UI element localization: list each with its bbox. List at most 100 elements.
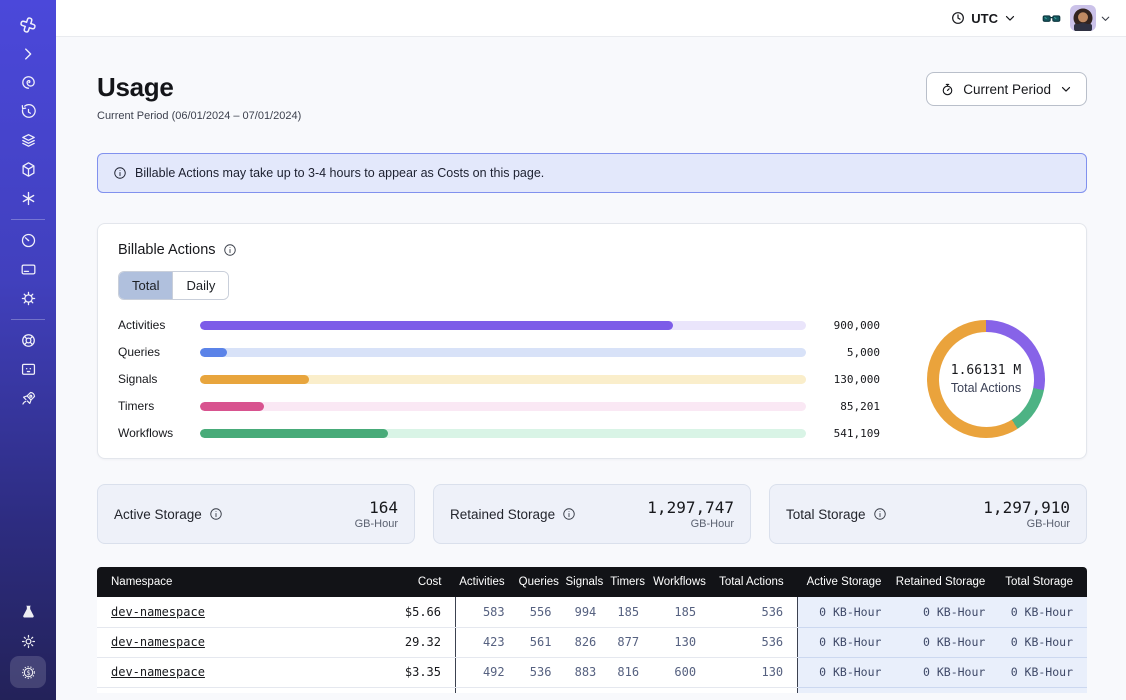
namespace-link[interactable]: dev-namespace xyxy=(111,665,205,679)
namespace-link[interactable]: dev-namespace xyxy=(111,605,205,619)
info-icon[interactable] xyxy=(209,507,223,521)
timezone-label: UTC xyxy=(971,11,998,26)
swirl-icon xyxy=(19,73,38,92)
table-row: dev-namespace 29.32 423 561 826 877 130 … xyxy=(97,627,1087,657)
layers-icon xyxy=(19,131,38,150)
tab-total[interactable]: Total xyxy=(119,272,172,299)
timezone-selector[interactable]: UTC xyxy=(944,6,1023,30)
workflows-cell: 600 xyxy=(653,657,710,687)
billable-actions-title: Billable Actions xyxy=(118,242,216,258)
total-storage-value: 1,297,910 xyxy=(983,498,1070,517)
bar-row-activities: Activities 900,000 xyxy=(118,320,880,330)
signals-cell: 883 xyxy=(565,657,610,687)
retained-storage-card: Retained Storage 1,297,747 GB-Hour xyxy=(433,484,751,544)
main-area: UTC Usage Current Period (06/01/2024 – 0… xyxy=(56,0,1126,700)
flask-icon xyxy=(19,603,38,622)
history-clock-icon xyxy=(19,102,38,121)
sidebar-item-schedules[interactable] xyxy=(10,97,46,126)
namespaces-table-container: Namespace Cost Activities Queries Signal… xyxy=(97,567,1087,693)
signals-cell: 826 xyxy=(565,627,610,657)
clock-icon xyxy=(950,10,966,26)
bar-label: Timers xyxy=(118,399,200,413)
sidebar-item-layers[interactable] xyxy=(10,126,46,155)
sidebar-item-feedback[interactable] xyxy=(10,355,46,384)
sidebar-item-expand[interactable] xyxy=(10,39,46,68)
storage-summary-row: Active Storage 164 GB-Hour Retained Stor… xyxy=(97,484,1087,544)
timers-cell: 185 xyxy=(610,597,653,627)
total-actions-cell: 130 xyxy=(710,657,798,687)
active-storage-cell: 0 KB-Hour xyxy=(798,627,896,657)
svg-text:$: $ xyxy=(26,669,30,677)
temporal-logo-icon xyxy=(17,14,39,36)
table-row-partial xyxy=(97,687,1087,693)
billable-actions-tabs: Total Daily xyxy=(118,271,229,300)
active-storage-value: 164 xyxy=(355,498,398,517)
signals-cell: 994 xyxy=(565,597,610,627)
bar-label: Signals xyxy=(118,372,200,386)
namespace-link[interactable]: dev-namespace xyxy=(111,635,205,649)
sidebar-item-usage-billing-active[interactable]: $ xyxy=(10,656,46,688)
table-header-row: Namespace Cost Activities Queries Signal… xyxy=(97,567,1087,597)
sidebar-item-namespaces[interactable] xyxy=(10,68,46,97)
page-subtitle: Current Period (06/01/2024 – 07/01/2024) xyxy=(97,110,301,122)
total-storage-unit: GB-Hour xyxy=(983,518,1070,530)
rocket-icon xyxy=(19,389,38,408)
col-timers: Timers xyxy=(610,567,653,597)
sidebar-item-logo[interactable] xyxy=(10,10,46,39)
sidebar-item-getting-started[interactable] xyxy=(10,384,46,413)
retained-storage-value: 1,297,747 xyxy=(647,498,734,517)
tab-daily[interactable]: Daily xyxy=(172,272,228,299)
sidebar-item-labs[interactable] xyxy=(10,598,46,627)
info-icon xyxy=(113,166,127,180)
sun-icon xyxy=(19,632,38,651)
timers-cell: 877 xyxy=(610,627,653,657)
cost-cell: $3.35 xyxy=(352,657,456,687)
retained-storage-label: Retained Storage xyxy=(450,507,555,522)
retained-storage-cell: 0 KB-Hour xyxy=(895,657,999,687)
info-icon[interactable] xyxy=(223,243,237,257)
period-dropdown-label: Current Period xyxy=(963,82,1051,97)
page-header: Usage Current Period (06/01/2024 – 07/01… xyxy=(97,72,1087,122)
col-signals: Signals xyxy=(565,567,610,597)
activities-cell: 492 xyxy=(456,657,519,687)
bar-value: 900,000 xyxy=(806,319,880,332)
sidebar-item-settings[interactable] xyxy=(10,284,46,313)
donut-total-label: Total Actions xyxy=(951,381,1021,395)
donut-center: 1.66131 M Total Actions xyxy=(939,332,1034,427)
bar-track xyxy=(200,348,806,357)
col-namespace: Namespace xyxy=(97,567,352,597)
info-icon[interactable] xyxy=(873,507,887,521)
col-activities: Activities xyxy=(456,567,519,597)
bar-value: 130,000 xyxy=(806,373,880,386)
active-storage-cell: 0 KB-Hour xyxy=(798,597,896,627)
user-menu[interactable] xyxy=(1070,5,1112,31)
sidebar-item-deployments[interactable] xyxy=(10,155,46,184)
sidebar-item-theme[interactable] xyxy=(10,627,46,656)
activities-cell: 583 xyxy=(456,597,519,627)
bar-row-signals: Signals 130,000 xyxy=(118,374,880,384)
period-dropdown-button[interactable]: Current Period xyxy=(926,72,1087,106)
chevron-down-icon xyxy=(1059,82,1073,96)
bar-chart: Activities 900,000 Queries 5,000 Signals… xyxy=(118,320,880,438)
active-storage-cell: 0 KB-Hour xyxy=(798,657,896,687)
sidebar-item-nexus[interactable] xyxy=(10,184,46,213)
sidebar-item-usage[interactable] xyxy=(10,226,46,255)
life-ring-icon xyxy=(19,331,38,350)
col-queries: Queries xyxy=(519,567,566,597)
bar-row-workflows: Workflows 541,109 xyxy=(118,428,880,438)
bar-fill xyxy=(200,429,388,438)
retained-storage-cell: 0 KB-Hour xyxy=(895,627,999,657)
sidebar-item-support[interactable] xyxy=(10,326,46,355)
gear-icon xyxy=(19,289,38,308)
chevron-down-icon xyxy=(1003,11,1017,25)
info-icon[interactable] xyxy=(562,507,576,521)
cost-cell: 29.32 xyxy=(352,627,456,657)
col-workflows: Workflows xyxy=(653,567,710,597)
total-storage-label: Total Storage xyxy=(786,507,866,522)
table-row: dev-namespace $5.66 583 556 994 185 185 … xyxy=(97,597,1087,627)
avatar xyxy=(1070,5,1096,31)
sidebar-item-billing[interactable] xyxy=(10,255,46,284)
retained-storage-unit: GB-Hour xyxy=(647,518,734,530)
feedback-glasses-button[interactable] xyxy=(1041,8,1062,29)
page-title: Usage xyxy=(97,72,301,103)
